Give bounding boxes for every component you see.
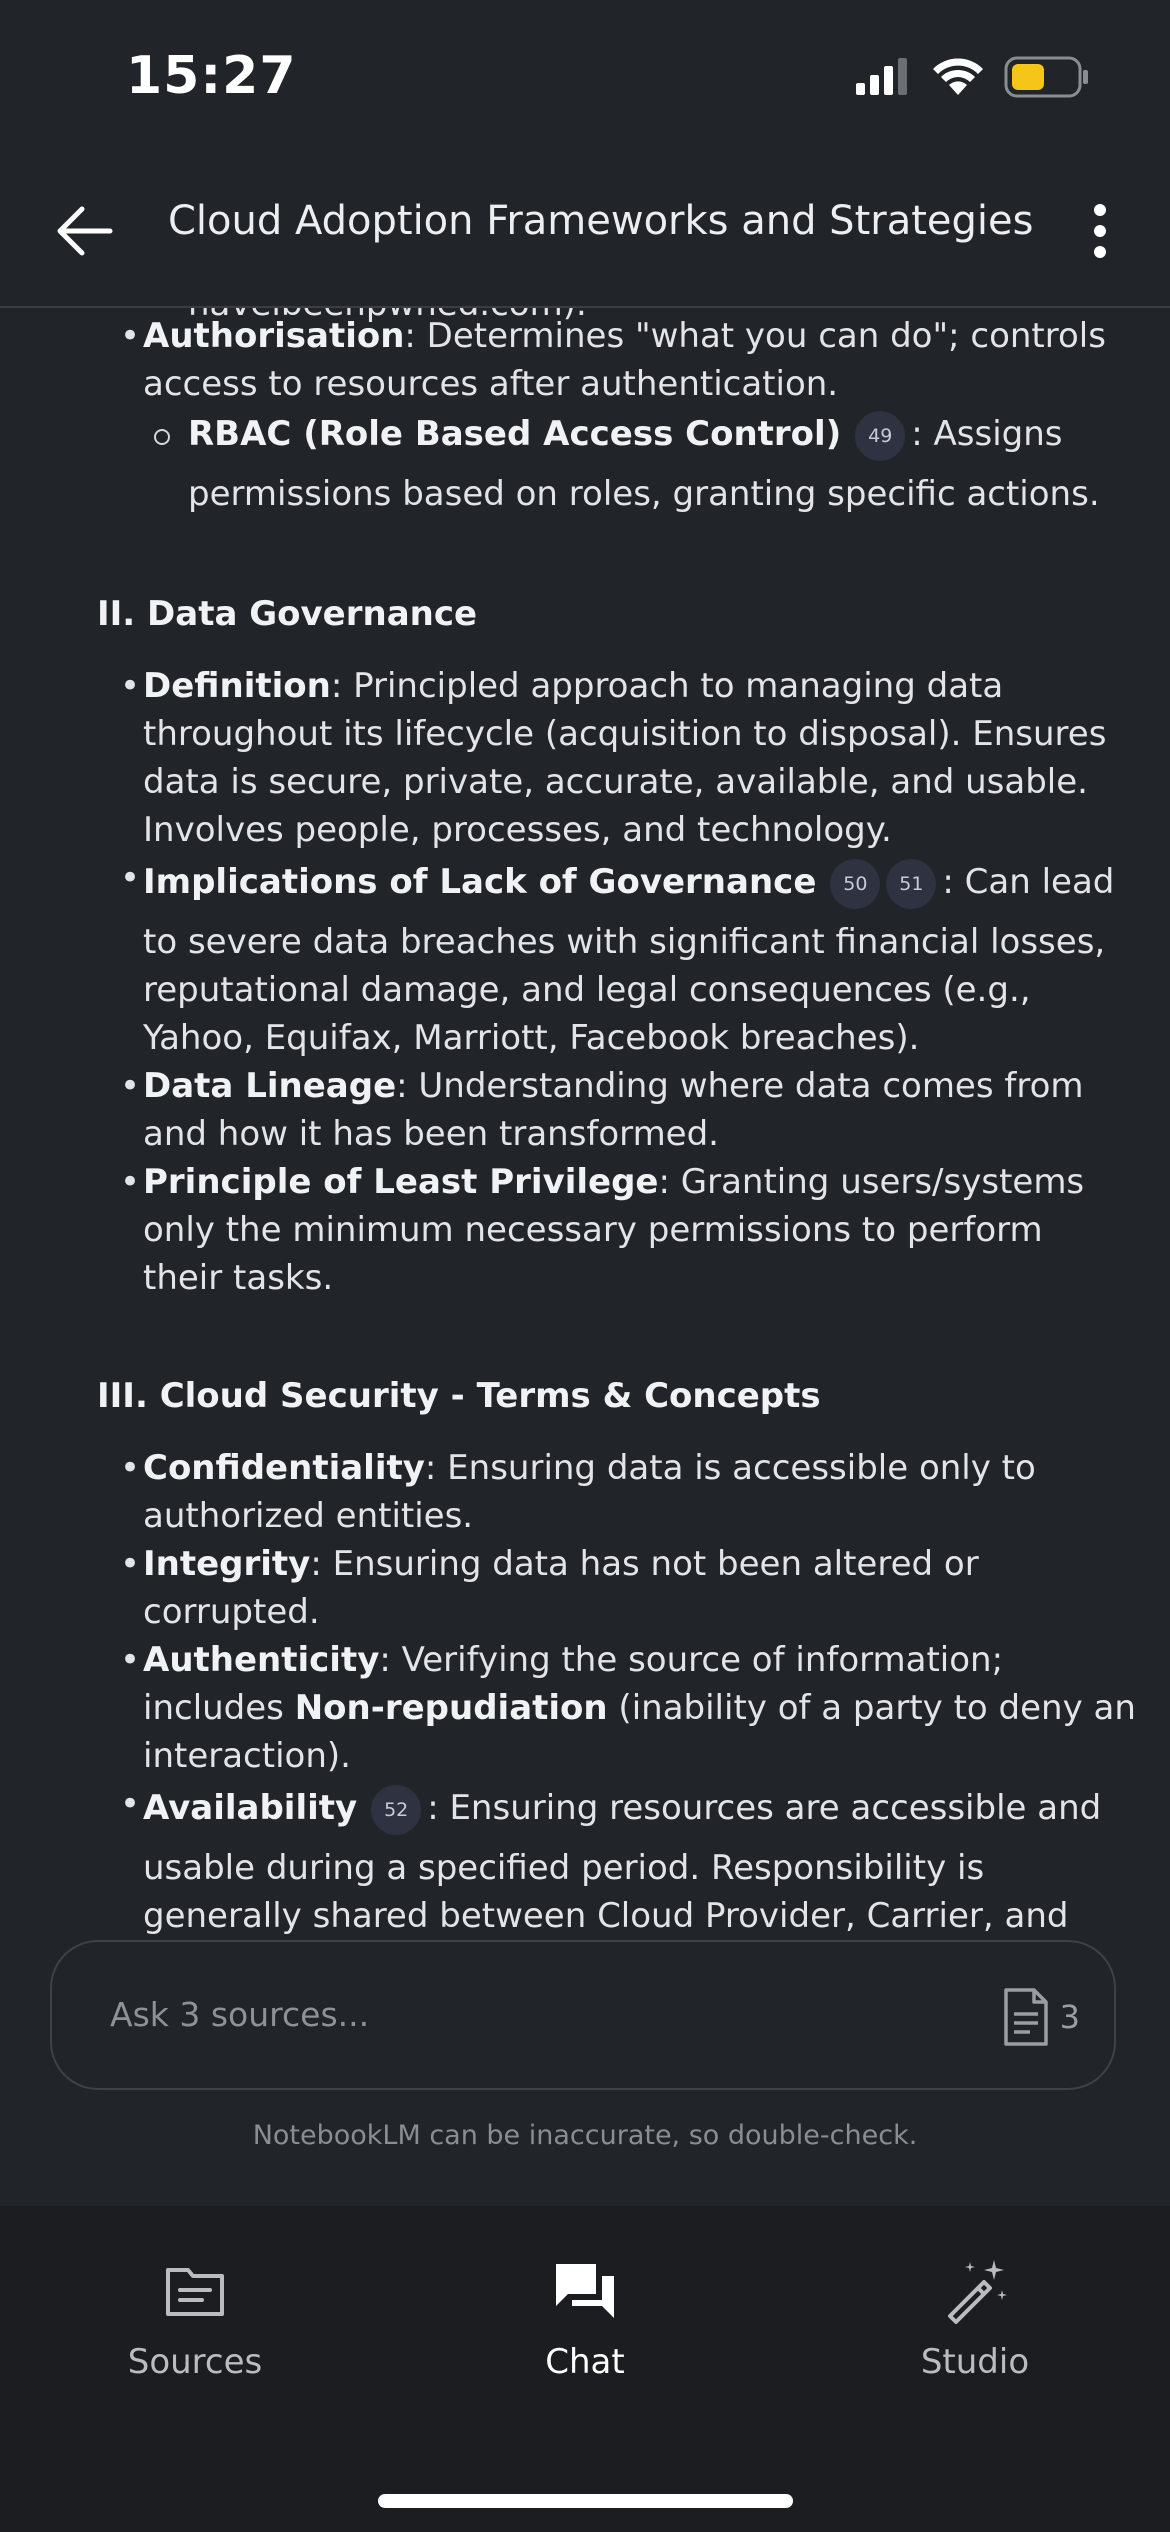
text-line: their tasks. (143, 1258, 334, 1298)
text: : Ensuring resources are accessible and (427, 1788, 1102, 1828)
list-item-implications: Implications of Lack of Governance 50 51: … (143, 850, 1114, 914)
sources-icon (166, 2268, 224, 2316)
term: Definition (143, 666, 331, 706)
bullet-dot: • (120, 1066, 141, 1106)
selected-sources-indicator[interactable]: 3 (1000, 1986, 1080, 2048)
text: : Determines "what you can do"; controls (404, 316, 1106, 356)
section-heading: II. Data Governance (97, 594, 478, 634)
term: Principle of Least Privilege (143, 1162, 659, 1202)
list-item-least-privilege: Principle of Least Privilege: Granting u… (143, 1162, 1084, 1202)
text-line: authorized entities. (143, 1496, 474, 1536)
source-count: 3 (1059, 1998, 1080, 2036)
text-line: to severe data breaches with significant… (143, 922, 1106, 962)
list-item-availability: Availability 52: Ensuring resources are a… (143, 1776, 1101, 1840)
text: : Can lead (942, 862, 1115, 902)
more-vertical-icon (1094, 204, 1106, 258)
term: RBAC (Role Based Access Control) (188, 414, 842, 454)
bullet-dot: • (120, 858, 141, 898)
bullet-dot: • (120, 316, 141, 356)
term: Non-repudiation (294, 1688, 608, 1728)
bullet-dot: • (120, 666, 141, 706)
bullet-dot: • (120, 1640, 141, 1680)
text-line: and how it has been transformed. (143, 1114, 719, 1154)
back-arrow-icon (57, 206, 113, 256)
nav-label: Chat (545, 2342, 625, 2382)
list-item-definition: Definition: Principled approach to manag… (143, 666, 1003, 706)
term: Data Lineage (143, 1066, 397, 1106)
citation-chip[interactable]: 49 (855, 410, 906, 461)
bullet-dot: • (120, 1162, 141, 1202)
text-line: generally shared between Cloud Provider,… (143, 1896, 1069, 1936)
text: : Understanding where data comes from (396, 1066, 1084, 1106)
citation-chip[interactable]: 52 (371, 1784, 422, 1835)
citation-chip[interactable]: 51 (886, 858, 937, 909)
text: (inability of a party to deny an (607, 1688, 1136, 1728)
home-indicator[interactable] (378, 2494, 793, 2508)
back-button[interactable] (50, 196, 120, 266)
text-line: throughout its lifecycle (acquisition to… (143, 714, 1107, 754)
text: : Ensuring data is accessible only to (424, 1448, 1036, 1488)
input-placeholder: Ask 3 sources... (110, 1995, 370, 2034)
list-item-rbac: RBAC (Role Based Access Control) 49: Assi… (188, 402, 1063, 466)
ask-sources-input[interactable]: Ask 3 sources... 3 (50, 1940, 1116, 2090)
text-line: corrupted. (143, 1592, 320, 1632)
chat-input-area: Ask 3 sources... 3 NotebookLM can be ina… (0, 1940, 1170, 2206)
bullet-dot: • (120, 1784, 141, 1824)
term: Implications of Lack of Governance (143, 862, 817, 902)
page-title: Cloud Adoption Frameworks and Strategies (168, 198, 1034, 244)
list-item-confidentiality: Confidentiality: Ensuring data is access… (143, 1448, 1036, 1488)
text-line: usable during a specified period. Respon… (143, 1848, 985, 1888)
status-icons (854, 56, 1090, 98)
term: Authorisation (143, 316, 405, 356)
text-line: includes Non-repudiation (inability of a… (143, 1688, 1136, 1728)
signal-icon (856, 58, 907, 95)
status-bar: 15:27 (0, 0, 1170, 150)
term: Integrity (143, 1544, 311, 1584)
term: Confidentiality (143, 1448, 425, 1488)
wifi-icon (933, 58, 983, 95)
chat-icon (556, 2264, 614, 2318)
more-options-button[interactable] (1070, 196, 1130, 266)
nav-label: Sources (127, 2342, 263, 2382)
term: Authenticity (143, 1640, 380, 1680)
text-line: permissions based on roles, granting spe… (188, 474, 1100, 514)
text: : Verifying the source of information; (379, 1640, 1004, 1680)
text-line: interaction). (143, 1736, 351, 1776)
app-bar: Cloud Adoption Frameworks and Strategies (0, 150, 1170, 308)
bullet-dot: • (120, 1448, 141, 1488)
bullet-dot: • (120, 1544, 141, 1584)
text: : Principled approach to managing data (330, 666, 1004, 706)
disclaimer-text: NotebookLM can be inaccurate, so double-… (252, 2120, 918, 2151)
text-line: Involves people, processes, and technolo… (143, 810, 892, 850)
text: : Ensuring data has not been altered or (310, 1544, 979, 1584)
text-line: Yahoo, Equifax, Marriott, Facebook breac… (143, 1018, 920, 1058)
section-heading: III. Cloud Security - Terms & Concepts (97, 1376, 821, 1416)
list-item-authenticity: Authenticity: Verifying the source of in… (143, 1640, 1003, 1680)
text-line: reputational damage, and legal consequen… (143, 970, 1031, 1010)
bottom-nav: Sources Chat Studio (0, 2206, 1170, 2532)
status-time: 15:27 (126, 46, 297, 106)
text: : Assigns (911, 414, 1063, 454)
circle-bullet (154, 429, 170, 445)
text: : Granting users/systems (658, 1162, 1085, 1202)
document-icon (1003, 1988, 1048, 2046)
chat-response-content[interactable]: haveibeenpwned.com). • Authorisation: De… (0, 306, 1170, 1940)
term: Availability (143, 1788, 358, 1828)
nav-item-studio[interactable]: Studio (825, 2256, 1125, 2382)
text-line: access to resources after authentication… (143, 364, 839, 404)
text-line: only the minimum necessary permissions t… (143, 1210, 1043, 1250)
battery-icon (1004, 56, 1088, 98)
list-item-authorisation: Authorisation: Determines "what you can … (143, 316, 1106, 356)
text: includes (143, 1688, 295, 1728)
studio-icon (948, 2260, 1007, 2324)
nav-label: Studio (920, 2342, 1030, 2382)
citation-chip[interactable]: 50 (830, 858, 881, 909)
text-line: data is secure, private, accurate, avail… (143, 762, 1088, 802)
nav-item-sources[interactable]: Sources (45, 2256, 345, 2382)
nav-item-chat[interactable]: Chat (435, 2256, 735, 2382)
list-item-integrity: Integrity: Ensuring data has not been al… (143, 1544, 979, 1584)
list-item-data-lineage: Data Lineage: Understanding where data c… (143, 1066, 1084, 1106)
